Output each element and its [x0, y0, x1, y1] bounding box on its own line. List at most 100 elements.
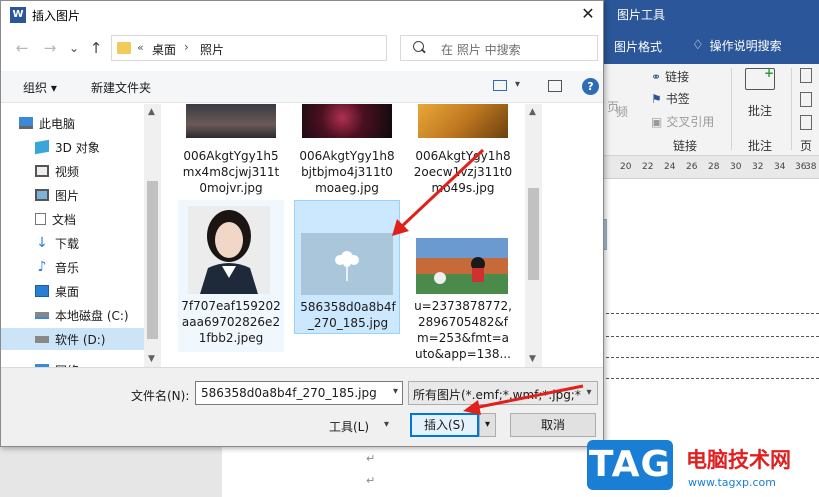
file-type-value: 所有图片(*.emf;*.wmf;*.jpg;*.jp [413, 388, 596, 402]
view-options-dropdown[interactable]: ▾ [515, 79, 520, 90]
scroll-up-icon[interactable]: ▲ [148, 107, 155, 117]
ruler-tick: 28 [708, 162, 720, 172]
file-item[interactable]: 006AkgtYgy1h8 bjtbjmo4j311t0 moaeg.jpg [294, 104, 400, 197]
file-type-select[interactable]: 所有图片(*.emf;*.wmf;*.jpg;*.jp ▾ [408, 381, 598, 405]
organize-button[interactable]: 组织 ▾ [23, 79, 57, 96]
tree-item-documents[interactable]: 文档 [35, 208, 160, 230]
image-thumbnail [186, 104, 276, 138]
tree-item-pictures[interactable]: 图片 [35, 184, 160, 206]
scroll-up-icon[interactable]: ▲ [529, 107, 536, 117]
tab-picture-format[interactable]: 图片格式 [614, 38, 662, 55]
tools-button[interactable]: 工具(L) [329, 418, 369, 435]
video-icon [35, 165, 49, 177]
scrollbar-thumb[interactable] [528, 188, 539, 280]
insert-picture-dialog: W 插入图片 ✕ ← → ⌄ ↑ « 桌面 › 照片 ⌄ ↻ 在 照片 中搜索 … [0, 0, 604, 447]
filename-input[interactable]: 586358d0a8b4f_270_185.jpg ▾ [195, 381, 403, 405]
breadcrumb-overflow[interactable]: « [137, 41, 144, 54]
scroll-down-icon[interactable]: ▼ [529, 354, 536, 364]
scrollbar-thumb[interactable] [147, 181, 158, 339]
page-number-icon[interactable] [800, 115, 812, 130]
breadcrumb-desktop[interactable]: 桌面 [152, 41, 176, 58]
dialog-titlebar: W 插入图片 ✕ [1, 1, 603, 29]
ribbon-cross-reference-button[interactable]: ▣ 交叉引用 [651, 113, 714, 130]
tree-item-downloads[interactable]: ↓ 下载 [35, 232, 160, 254]
ribbon-separator [791, 68, 792, 150]
picture-tools-context-label: 图片工具 [617, 8, 666, 22]
forward-button[interactable]: → [39, 37, 61, 59]
file-name: 006AkgtYgy1h8 2oecw1vzj311t0 mo49s.jpg [413, 149, 513, 195]
tree-item-desktop[interactable]: 桌面 [35, 280, 160, 302]
search-icon [413, 41, 424, 52]
file-item-selected[interactable]: 586358d0a8b4f _270_185.jpg [294, 200, 400, 334]
cube-icon [35, 139, 49, 155]
ribbon-link-button[interactable]: ⚭ 链接 [651, 68, 689, 85]
tree-item-videos[interactable]: 视频 [35, 160, 160, 182]
file-item[interactable]: u=2373878772, 2896705482&f m=253&fmt=a u… [410, 200, 516, 367]
image-thumbnail [418, 104, 508, 138]
ribbon-bookmark-button[interactable]: ⚑ 书签 [651, 90, 690, 107]
back-button[interactable]: ← [11, 37, 33, 59]
ruler-tick: 24 [664, 162, 676, 172]
file-item[interactable]: 7f707eaf159202 aaa69702826e2 1fbb2.jpeg [178, 200, 284, 352]
tree-item-music[interactable]: ♪ 音乐 [35, 256, 160, 278]
new-folder-button[interactable]: 新建文件夹 [91, 79, 151, 96]
tree-item-software-d[interactable]: 软件 (D:) [1, 328, 144, 350]
tree-item-this-pc[interactable]: 此电脑 [19, 112, 144, 134]
tree-item-network[interactable]: 网络 [35, 359, 160, 367]
paragraph-mark: ↵ [366, 474, 376, 487]
change-view-icon[interactable] [493, 80, 507, 91]
help-icon[interactable]: ? [582, 78, 599, 95]
tools-dropdown-icon[interactable]: ▾ [384, 419, 389, 430]
file-name: 586358d0a8b4f _270_185.jpg [300, 300, 396, 330]
header-icon[interactable] [800, 68, 812, 83]
scroll-down-icon[interactable]: ▼ [148, 354, 155, 364]
ruler-tick: 20 [620, 162, 632, 172]
search-input[interactable]: 在 照片 中搜索 [400, 35, 598, 61]
navigation-pane[interactable]: 此电脑 3D 对象 视频 图片 文档 ↓ 下载 ♪ 音乐 桌面 本地磁盘 (C:… [1, 104, 161, 367]
close-button[interactable]: ✕ [573, 1, 603, 27]
insert-options-dropdown[interactable]: ▾ [479, 413, 496, 437]
file-list[interactable]: 006AkgtYgy1h5 mx4m8cjwj311t 0mojvr.jpg 0… [162, 104, 525, 367]
ribbon-separator [731, 68, 732, 150]
download-icon: ↓ [36, 235, 48, 251]
ribbon-cross-ref-label: 交叉引用 [666, 115, 715, 129]
bookmark-icon: ⚑ [651, 91, 662, 106]
tree-item-label: 此电脑 [39, 116, 76, 131]
tree-item-3d-objects[interactable]: 3D 对象 [35, 136, 160, 158]
up-folder-button[interactable]: ↑ [85, 37, 107, 59]
search-placeholder: 在 照片 中搜索 [441, 43, 521, 57]
preview-pane-icon[interactable] [548, 80, 562, 92]
command-toolbar: 组织 ▾ 新建文件夹 ▾ ? [1, 71, 603, 103]
ribbon-comment-button[interactable]: 批注 [748, 102, 772, 119]
file-item[interactable]: 006AkgtYgy1h5 mx4m8cjwj311t 0mojvr.jpg [178, 104, 284, 197]
footer-icon[interactable] [800, 92, 812, 107]
breadcrumb-separator[interactable]: › [184, 40, 189, 54]
breadcrumb-current-folder[interactable]: 照片 [200, 41, 224, 58]
file-type-dropdown-icon[interactable]: ▾ [581, 382, 597, 404]
file-name: 006AkgtYgy1h8 bjtbjmo4j311t0 moaeg.jpg [299, 149, 395, 195]
dotted-line [601, 357, 819, 358]
cancel-button[interactable]: 取消 [510, 413, 596, 437]
lightbulb-icon: ♢ [692, 38, 704, 53]
watermark-site-name: 电脑技术网 [686, 448, 791, 472]
tell-me-search[interactable]: ♢ 操作说明搜索 [692, 37, 782, 54]
paragraph-mark: ↵ [366, 452, 376, 465]
tree-item-label: 视频 [55, 164, 80, 179]
insert-button[interactable]: 插入(S) [410, 413, 479, 437]
drive-icon [35, 335, 49, 343]
anime-image [416, 238, 508, 294]
file-list-scrollbar[interactable]: ▲ ▼ [525, 104, 542, 367]
file-name: 7f707eaf159202 aaa69702826e2 1fbb2.jpeg [181, 299, 281, 345]
image-thumbnail [302, 104, 392, 138]
tree-item-local-disk-c[interactable]: 本地磁盘 (C:) [35, 304, 160, 326]
recent-locations-button[interactable]: ⌄ [63, 37, 85, 59]
file-name: 006AkgtYgy1h5 mx4m8cjwj311t 0mojvr.jpg [182, 149, 280, 195]
horizontal-ruler: 20 22 24 26 28 30 32 34 36 38 [604, 157, 819, 179]
links-group-label: 链接 [673, 139, 698, 153]
new-comment-icon[interactable]: + [745, 66, 775, 90]
file-item[interactable]: 006AkgtYgy1h8 2oecw1vzj311t0 mo49s.jpg [410, 104, 516, 197]
filename-dropdown-icon[interactable]: ▾ [393, 386, 398, 397]
tag-logo: TAG [587, 440, 673, 490]
address-bar[interactable]: « 桌面 › 照片 ⌄ ↻ [111, 35, 484, 61]
navigation-pane-scrollbar[interactable]: ▲ ▼ [144, 104, 161, 367]
